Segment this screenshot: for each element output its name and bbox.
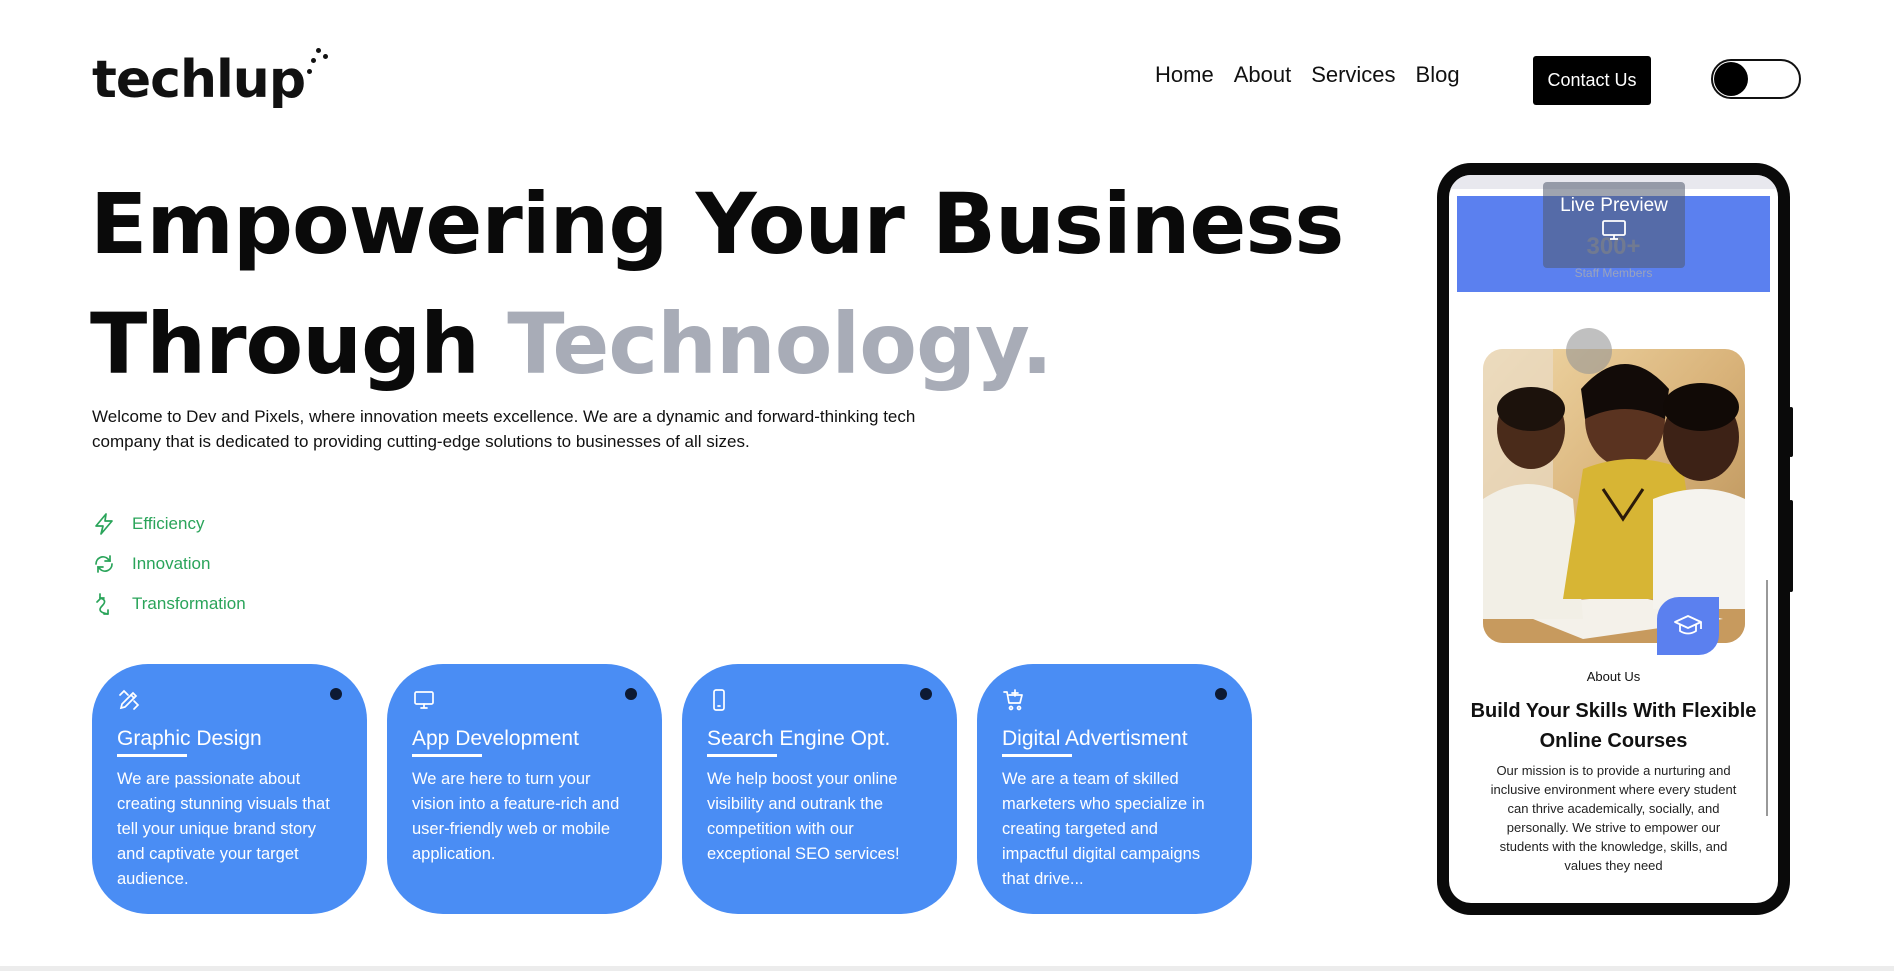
about-description: Our mission is to provide a nurturing an… [1490, 763, 1737, 873]
mobile-phone-icon [713, 689, 725, 711]
feature-label: Innovation [132, 554, 211, 573]
live-preview-label: Live Preview [1560, 195, 1668, 216]
scrollbar[interactable] [1766, 580, 1768, 816]
card-dot [625, 688, 637, 700]
about-label: About Us [1586, 669, 1641, 684]
card-dot [1215, 688, 1227, 700]
nav-about[interactable]: About [1234, 62, 1292, 88]
card-text: We are a team of skilled marketers who s… [1002, 770, 1205, 888]
stat-label: Staff Members [1574, 266, 1653, 280]
card-title: Digital Advertisment [1002, 727, 1188, 750]
monitor-icon [1602, 220, 1626, 240]
main-nav: Home About Services Blog [1155, 62, 1460, 88]
transform-icon [96, 593, 109, 615]
feature-label: Transformation [132, 594, 246, 613]
refresh-icon [95, 555, 113, 573]
card-title: App Development [412, 727, 579, 750]
hero-heading-line-2: Through Technology. [90, 294, 1053, 394]
card-underline [412, 754, 482, 757]
service-card-digital-advertisment[interactable]: Digital Advertisment We are a team of sk… [977, 664, 1252, 914]
card-underline [117, 754, 187, 757]
bottom-scroll-bar [0, 966, 1894, 971]
design-tools-icon [119, 689, 140, 710]
feature-list: Efficiency Innovation Transformation [92, 504, 246, 624]
card-title: Search Engine Opt. [707, 727, 891, 750]
card-dot [330, 688, 342, 700]
toggle-knob [1714, 62, 1748, 96]
card-dot [920, 688, 932, 700]
hero-heading-line-1: Empowering Your Business [90, 175, 1344, 273]
service-card-graphic-design[interactable]: Graphic Design We are passionate about c… [92, 664, 367, 914]
live-preview-overlay[interactable]: Live Preview [1543, 182, 1685, 268]
feature-label: Efficiency [132, 514, 205, 533]
card-text: We are passionate about creating stunnin… [117, 770, 330, 888]
phone-mockup[interactable]: 300+ Staff Members Live Preview [1437, 163, 1790, 915]
monitor-icon [414, 691, 434, 709]
nav-home[interactable]: Home [1155, 62, 1214, 88]
feature-innovation: Innovation [92, 544, 246, 584]
photo-decoration-circle [1566, 328, 1612, 374]
nav-services[interactable]: Services [1311, 62, 1395, 88]
logo-text: techlup [92, 50, 306, 110]
service-card-app-development[interactable]: App Development We are here to turn your… [387, 664, 662, 914]
service-card-seo[interactable]: Search Engine Opt. We help boost your on… [682, 664, 957, 914]
about-title: Build Your Skills With Flexible Online C… [1470, 700, 1757, 752]
logo[interactable]: techlup [92, 48, 333, 110]
card-text: We help boost your online visibility and… [707, 770, 900, 863]
contact-us-button[interactable]: Contact Us [1533, 56, 1651, 105]
card-text: We are here to turn your vision into a f… [412, 770, 620, 863]
graduation-cap-icon [1674, 615, 1702, 635]
card-title: Graphic Design [117, 727, 262, 750]
feature-efficiency: Efficiency [92, 504, 246, 544]
card-underline [1002, 754, 1072, 757]
dark-mode-toggle[interactable] [1711, 59, 1801, 99]
hero-heading-accent: Technology. [507, 295, 1053, 393]
graduation-cap-badge [1657, 597, 1719, 655]
card-underline [707, 754, 777, 757]
feature-transformation: Transformation [92, 584, 246, 624]
lightning-icon [95, 513, 113, 535]
logo-dots-icon [307, 48, 333, 74]
hero-heading-main: Through [90, 295, 508, 393]
phone-screen[interactable]: 300+ Staff Members Live Preview [1449, 175, 1778, 903]
hero-description: Welcome to Dev and Pixels, where innovat… [92, 407, 916, 451]
nav-blog[interactable]: Blog [1416, 62, 1460, 88]
cart-add-icon [1003, 689, 1023, 711]
